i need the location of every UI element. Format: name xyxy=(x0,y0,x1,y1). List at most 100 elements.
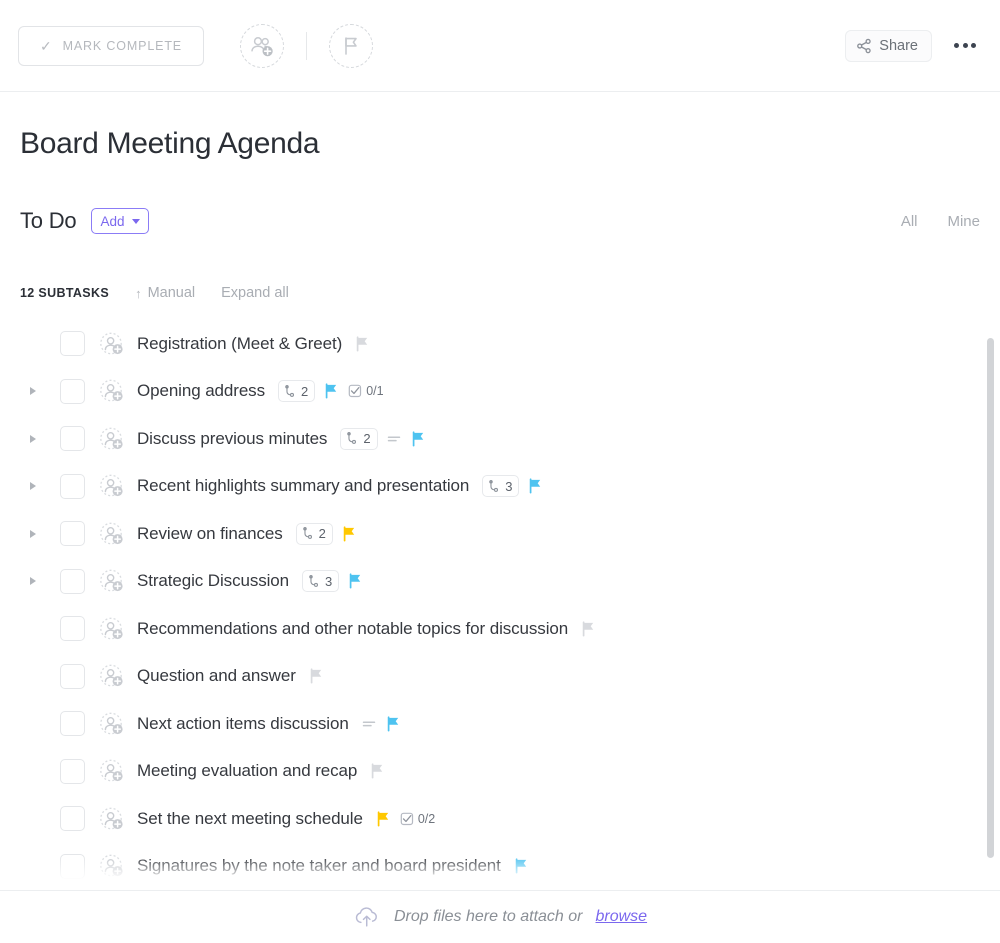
priority-flag[interactable] xyxy=(348,573,363,589)
add-button[interactable]: Add xyxy=(91,208,149,234)
avatar[interactable] xyxy=(99,711,125,737)
description-indicator[interactable] xyxy=(387,434,402,444)
add-assignee-button[interactable] xyxy=(240,23,284,68)
task-name: Next action items discussion xyxy=(137,713,349,733)
subtask-count-badge[interactable]: 2 xyxy=(277,380,316,403)
priority-flag[interactable] xyxy=(370,763,385,779)
task-checkbox[interactable] xyxy=(60,758,85,784)
priority-flag[interactable] xyxy=(342,526,357,542)
subtask-count-value: 3 xyxy=(505,478,513,494)
mark-complete-button[interactable]: ✓ MARK COMPLETE xyxy=(18,25,204,66)
expand-subtask-toggle[interactable] xyxy=(24,482,42,491)
table-row[interactable]: Signatures by the note taker and board p… xyxy=(20,843,980,891)
chevron-right-icon xyxy=(30,577,36,586)
share-label: Share xyxy=(879,37,918,54)
task-checkbox[interactable] xyxy=(60,616,85,642)
share-icon xyxy=(857,38,872,53)
priority-flag[interactable] xyxy=(514,858,529,874)
expand-all-button[interactable]: Expand all xyxy=(221,285,289,301)
description-indicator[interactable] xyxy=(362,719,377,729)
task-checkbox[interactable] xyxy=(60,331,85,357)
task-badges: 3 xyxy=(302,570,363,593)
priority-flag[interactable] xyxy=(324,383,339,399)
checklist-badge[interactable]: 0/1 xyxy=(348,384,384,399)
vertical-scrollbar[interactable] xyxy=(987,338,994,858)
checklist-badge[interactable]: 0/2 xyxy=(400,812,435,826)
task-badges: 2 xyxy=(340,427,426,450)
priority-flag[interactable] xyxy=(376,811,391,827)
avatar[interactable] xyxy=(99,568,125,594)
avatar[interactable] xyxy=(99,616,125,642)
table-row[interactable]: Opening address 2 0/1 xyxy=(20,368,980,416)
expand-subtask-toggle[interactable] xyxy=(24,434,42,443)
task-checkbox[interactable] xyxy=(60,568,85,594)
avatar[interactable] xyxy=(99,806,125,832)
table-row[interactable]: Recent highlights summary and presentati… xyxy=(20,463,980,511)
table-row[interactable]: Recommendations and other notable topics… xyxy=(20,605,980,653)
add-assignee-icon xyxy=(251,36,273,56)
expand-subtask-toggle[interactable] xyxy=(24,577,42,586)
sort-manual-button[interactable]: ↑ Manual xyxy=(135,285,195,301)
toolbar-divider xyxy=(306,31,307,60)
table-row[interactable]: Discuss previous minutes 2 xyxy=(20,415,980,463)
task-name: Review on finances xyxy=(137,523,283,543)
table-row[interactable]: Meeting evaluation and recap xyxy=(20,748,980,796)
priority-flag-icon xyxy=(325,383,337,399)
subtask-count-badge[interactable]: 2 xyxy=(295,522,333,545)
subtask-branch-icon xyxy=(302,527,312,540)
task-badges xyxy=(514,858,529,874)
attach-text: Drop files here to attach or xyxy=(393,908,583,925)
task-name: Registration (Meet & Greet) xyxy=(137,333,343,353)
task-checkbox[interactable] xyxy=(60,853,85,879)
task-checkbox[interactable] xyxy=(60,473,85,499)
avatar[interactable] xyxy=(99,758,125,784)
task-checkbox[interactable] xyxy=(60,426,85,452)
task-checkbox[interactable] xyxy=(60,378,85,404)
priority-flag[interactable] xyxy=(528,478,543,494)
priority-flag[interactable] xyxy=(386,716,401,732)
checklist-progress: 0/1 xyxy=(366,384,384,399)
task-checkbox[interactable] xyxy=(60,806,85,832)
subtask-branch-icon xyxy=(347,432,357,445)
table-row[interactable]: Set the next meeting schedule 0/2 xyxy=(20,795,980,843)
subtask-count-badge[interactable]: 3 xyxy=(302,570,340,593)
avatar[interactable] xyxy=(99,853,125,879)
priority-flag[interactable] xyxy=(581,621,596,637)
filter-all[interactable]: All xyxy=(901,213,918,230)
add-button-label: Add xyxy=(100,213,125,229)
priority-flag-icon xyxy=(582,621,594,637)
priority-flag[interactable] xyxy=(355,336,370,352)
task-body: Board Meeting Agenda To Do Add All Mine … xyxy=(0,126,1000,890)
checklist-progress: 0/2 xyxy=(417,811,436,826)
avatar[interactable] xyxy=(99,331,125,357)
table-row[interactable]: Strategic Discussion 3 xyxy=(20,558,980,606)
avatar[interactable] xyxy=(99,473,125,499)
avatar[interactable] xyxy=(99,521,125,547)
add-assignee-avatar-icon xyxy=(100,427,123,450)
task-checkbox[interactable] xyxy=(60,521,85,547)
more-options-button[interactable] xyxy=(950,37,980,54)
chevron-right-icon xyxy=(30,529,36,538)
attachment-dropzone[interactable]: Drop files here to attach or browse xyxy=(0,890,1000,943)
set-priority-button[interactable] xyxy=(329,23,373,68)
share-button[interactable]: Share xyxy=(845,29,932,62)
task-checkbox[interactable] xyxy=(60,663,85,689)
table-row[interactable]: Next action items discussion xyxy=(20,700,980,748)
subtask-count-badge[interactable]: 2 xyxy=(340,427,378,450)
ellipsis-dot xyxy=(971,43,976,48)
avatar[interactable] xyxy=(99,426,125,452)
priority-flag[interactable] xyxy=(309,668,324,684)
browse-link[interactable]: browse xyxy=(595,908,647,926)
table-row[interactable]: Review on finances 2 xyxy=(20,510,980,558)
arrow-up-icon: ↑ xyxy=(135,285,142,301)
table-row[interactable]: Registration (Meet & Greet) xyxy=(20,320,980,368)
avatar[interactable] xyxy=(99,378,125,404)
table-row[interactable]: Question and answer xyxy=(20,653,980,701)
expand-subtask-toggle[interactable] xyxy=(24,529,42,538)
priority-flag[interactable] xyxy=(411,431,426,447)
avatar[interactable] xyxy=(99,663,125,689)
expand-subtask-toggle[interactable] xyxy=(24,387,42,396)
task-checkbox[interactable] xyxy=(60,711,85,737)
filter-mine[interactable]: Mine xyxy=(947,213,980,230)
subtask-count-badge[interactable]: 3 xyxy=(482,475,520,498)
